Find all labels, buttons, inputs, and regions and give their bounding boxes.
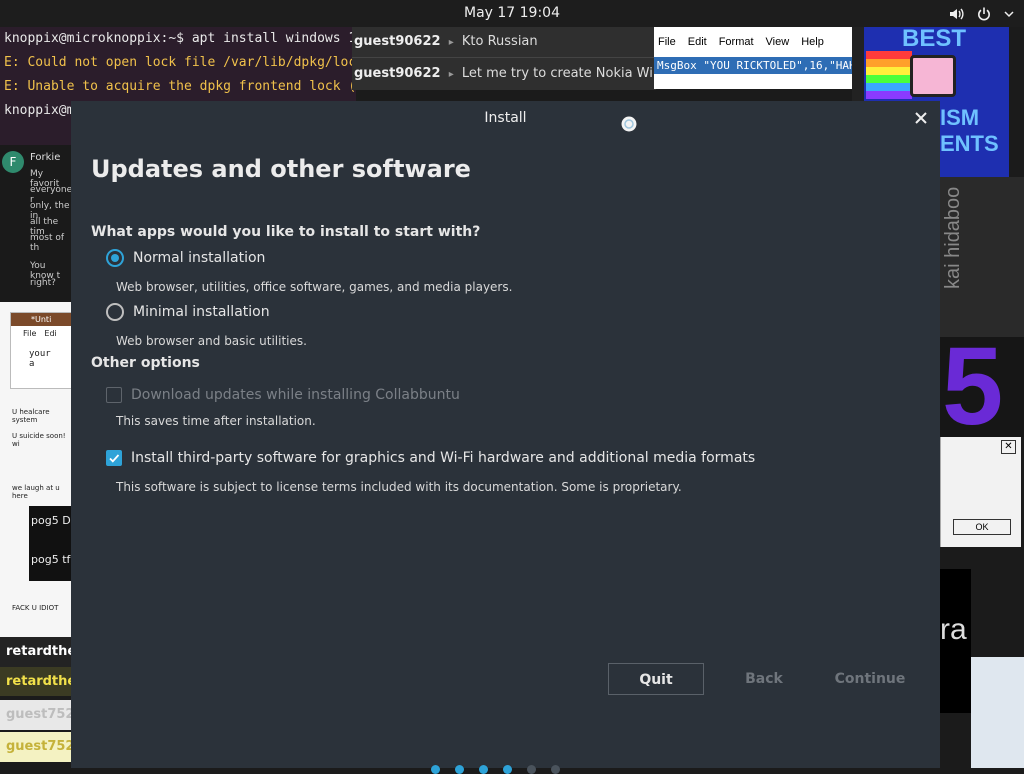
third-party-desc: This software is subject to license term…	[116, 480, 682, 494]
page-title: Updates and other software	[91, 155, 471, 183]
progress-dot	[503, 765, 512, 774]
notepad-window: File Edit Format View Help MsgBox "YOU R…	[654, 27, 889, 89]
purple-image: 5	[940, 325, 1024, 448]
other-options-title: Other options	[91, 355, 200, 371]
chat-row: guest90622 ▸ Let me try to create Nokia …	[352, 57, 656, 90]
forum-line: right?	[30, 278, 56, 288]
chat-row: guest90622 ▸ Kto Russian	[352, 27, 656, 57]
dialog-title: Install	[484, 110, 527, 126]
best-label: BEST	[902, 25, 967, 52]
normal-installation-label[interactable]: Normal installation	[133, 250, 265, 266]
forum-line: most of th	[30, 233, 65, 253]
mini-menu-edit: Edi	[44, 329, 57, 338]
minimal-installation-radio[interactable]: Minimal installation	[106, 303, 270, 321]
back-button[interactable]: Back	[716, 663, 812, 695]
loading-spinner-icon	[621, 116, 637, 132]
terminal-line: E: Unable to acquire the dpkg frontend l…	[4, 79, 356, 94]
terminal-line: E: Could not open lock file /var/lib/dpk…	[4, 55, 356, 70]
name-row: guest7526	[0, 700, 71, 730]
name-row: retardthefa	[0, 667, 71, 696]
progress-dot	[479, 765, 488, 774]
third-party-checkbox[interactable]: Install third-party software for graphic…	[106, 450, 755, 466]
close-icon[interactable]	[912, 109, 930, 127]
forum-author: Forkie	[30, 152, 61, 163]
progress-dot	[527, 765, 536, 774]
right-panel: kai hidaboo	[940, 177, 1024, 337]
menu-format[interactable]: Format	[719, 36, 754, 48]
power-icon[interactable]	[976, 6, 992, 22]
radio-selected-icon[interactable]	[106, 249, 124, 267]
chat-line: we laugh at u here	[12, 484, 60, 500]
forum-post: F Forkie My favorit everyone r only, the…	[0, 145, 72, 302]
installer-dialog: Install Updates and other software What …	[71, 101, 940, 774]
mini-notepad: *Unti File Edi your a	[10, 312, 73, 389]
name-row: guest7526	[0, 732, 71, 762]
dark-image: ra	[940, 569, 971, 713]
clock[interactable]: May 17 19:04	[0, 0, 1024, 27]
menu-help[interactable]: Help	[801, 36, 824, 48]
menu-view[interactable]: View	[766, 36, 790, 48]
chevron-right-icon: ▸	[448, 69, 454, 80]
normal-installation-desc: Web browser, utilities, office software,…	[116, 280, 513, 294]
ra-text: ra	[940, 613, 967, 646]
chat-user: guest90622	[354, 66, 441, 81]
continue-button[interactable]: Continue	[822, 663, 918, 695]
ism-text: ISM	[940, 105, 980, 130]
progress-dot	[455, 765, 464, 774]
checkbox-unchecked-icon	[106, 387, 122, 403]
big-number: 5	[942, 325, 1004, 448]
nyan-cat-icon	[866, 51, 968, 99]
dark-strip	[852, 27, 864, 101]
chat-line: FACK U IDIOT	[12, 604, 59, 612]
close-icon[interactable]: ✕	[1001, 440, 1016, 454]
chat-message: Let me try to create Nokia Windows	[461, 66, 656, 81]
checkbox-checked-icon[interactable]	[106, 450, 122, 466]
ents-text: ENTS	[940, 131, 999, 156]
chevron-down-icon[interactable]	[1004, 9, 1014, 19]
download-updates-checkbox: Download updates while installing Collab…	[106, 387, 460, 403]
chat-line: U healcare system	[12, 408, 50, 424]
name-row: retardthefa	[0, 637, 71, 667]
mini-menu-file: File	[23, 329, 37, 338]
third-party-label[interactable]: Install third-party software for graphic…	[131, 450, 755, 466]
apps-question: What apps would you like to install to s…	[91, 224, 481, 240]
pog-box: pog5 D pog5 tf	[29, 506, 71, 581]
screenshot-thumb	[971, 657, 1024, 768]
system-tray[interactable]	[948, 0, 1014, 27]
download-updates-desc: This saves time after installation.	[116, 414, 316, 428]
avatar: F	[2, 151, 24, 173]
msgbox-window: ✕ OK	[940, 437, 1021, 547]
mini-notepad-text: your a	[29, 349, 51, 369]
terminal-line: knoppix@microknoppix:~$ apt install wind…	[4, 31, 356, 46]
notepad-menu: File Edit Format View Help	[654, 27, 852, 57]
pog-line: pog5 tf	[31, 553, 71, 566]
menu-edit[interactable]: Edit	[688, 36, 707, 48]
volume-icon[interactable]	[948, 6, 964, 22]
download-updates-label: Download updates while installing Collab…	[131, 387, 460, 403]
minimal-installation-label[interactable]: Minimal installation	[133, 304, 270, 320]
radio-unselected-icon[interactable]	[106, 303, 124, 321]
msgbox-ok-button[interactable]: OK	[953, 519, 1011, 535]
progress-dot	[551, 765, 560, 774]
normal-installation-radio[interactable]: Normal installation	[106, 249, 265, 267]
progress-dot	[431, 765, 440, 774]
notepad-selected-text: MsgBox "YOU RICKTOLED",16,"HAHAHAH"	[654, 57, 889, 74]
chat-user: guest90622	[354, 34, 441, 49]
chevron-right-icon: ▸	[448, 37, 454, 48]
mini-notepad-title: *Unti	[11, 313, 72, 326]
chat-line: U suicide soon! wi	[12, 432, 66, 448]
kai-text: kai hidaboo	[942, 186, 964, 289]
pog-line: pog5 D	[31, 514, 71, 527]
quit-button[interactable]: Quit	[608, 663, 704, 695]
menu-file[interactable]: File	[658, 36, 676, 48]
minimal-installation-desc: Web browser and basic utilities.	[116, 334, 307, 348]
side-chat: *Unti File Edi your a U healcare system …	[0, 302, 73, 637]
chat-message: Kto Russian	[461, 34, 538, 49]
